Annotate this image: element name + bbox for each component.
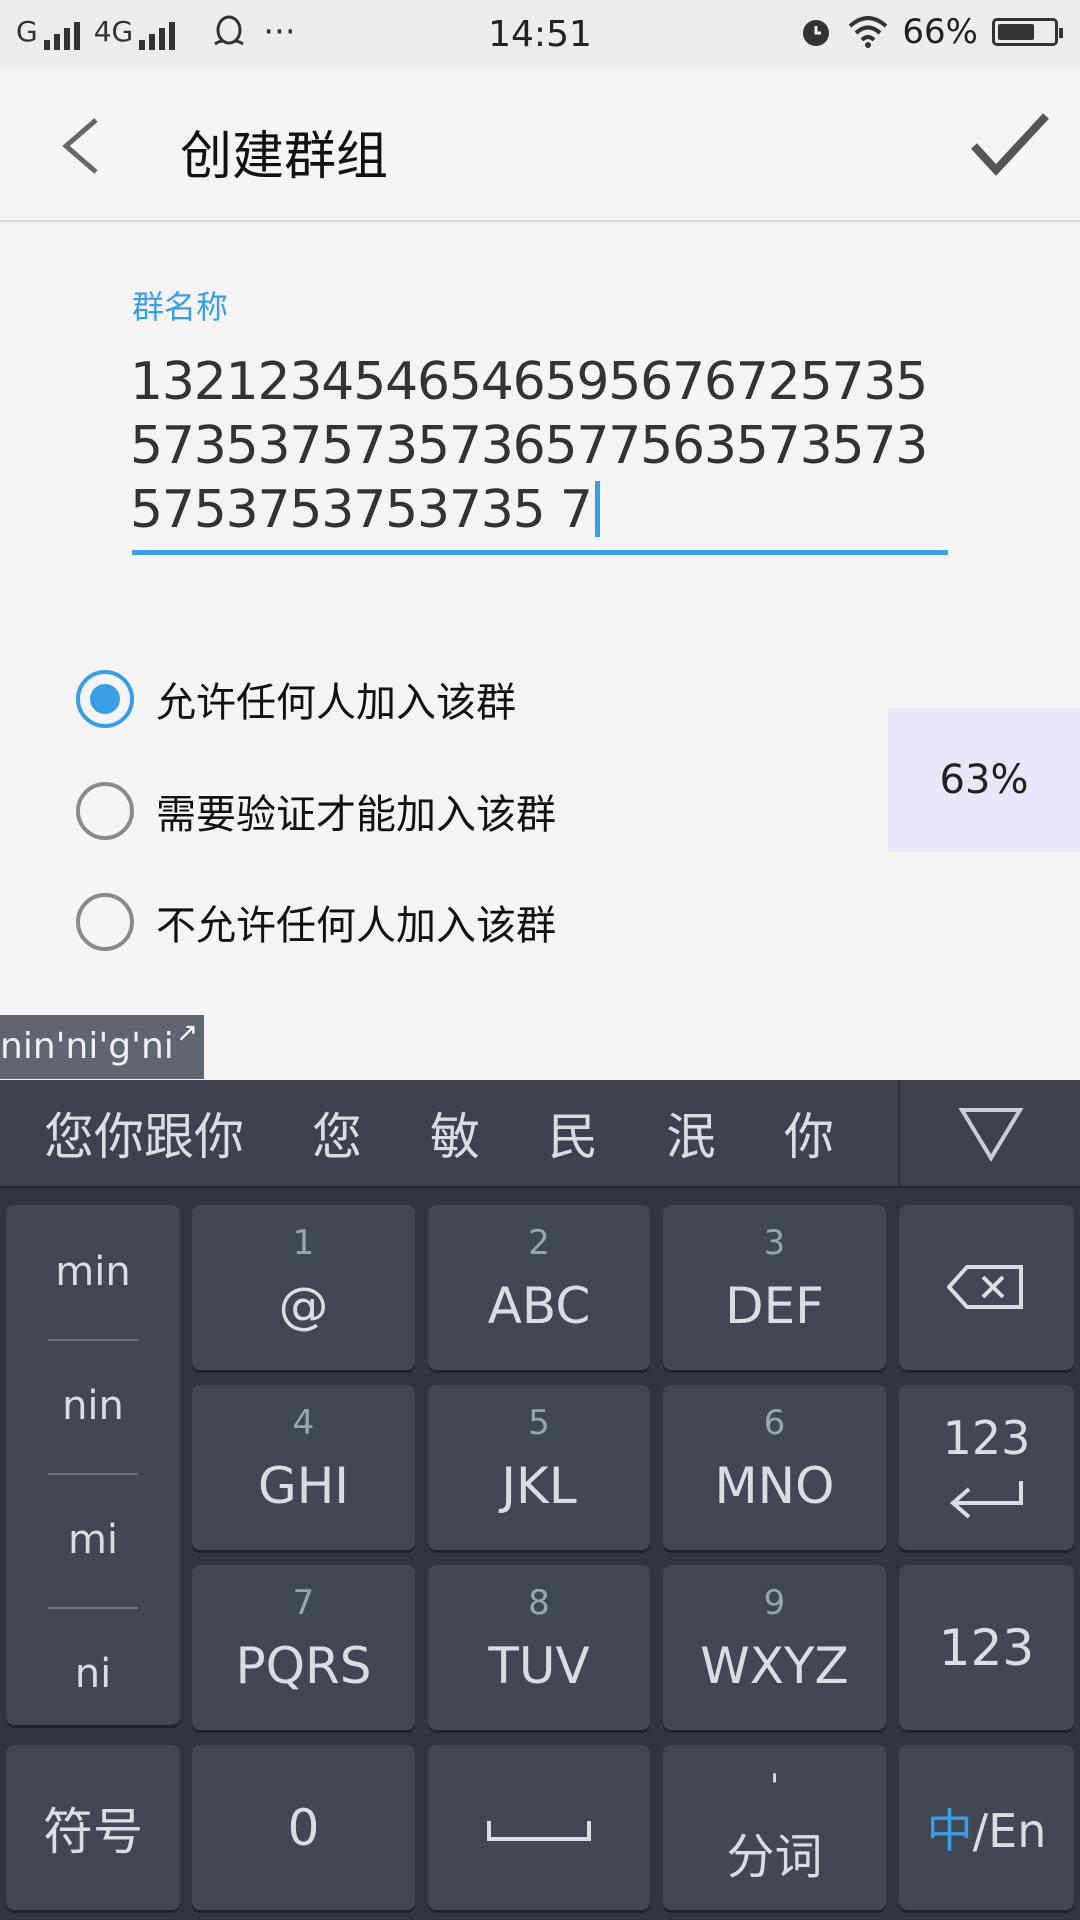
candidate-item[interactable]: 泯 — [632, 1097, 750, 1169]
numeric-mode-key[interactable]: 123 — [899, 1565, 1074, 1730]
candidate-divider — [898, 1080, 900, 1186]
wifi-icon — [849, 16, 888, 48]
key-3[interactable]: 3 DEF — [663, 1205, 886, 1370]
group-name-label: 群名称 — [132, 288, 229, 326]
space-icon — [487, 1821, 591, 1841]
candidate-list: 您你跟你 您 敏 民 泯 你 — [0, 1080, 898, 1186]
key-letters: PQRS — [235, 1637, 372, 1695]
key-5[interactable]: 5 JKL — [428, 1385, 650, 1550]
candidate-item[interactable]: 您 — [278, 1097, 396, 1169]
radio-label: 需要验证才能加入该群 — [156, 792, 556, 838]
backspace-key[interactable] — [899, 1205, 1074, 1370]
pinyin-option[interactable]: nin — [6, 1339, 180, 1473]
symbol-label: 符号 — [43, 1802, 143, 1861]
group-name-input[interactable]: 1321234546546595676725735573537573573657… — [130, 350, 950, 542]
backspace-icon — [947, 1265, 1023, 1309]
expand-arrow-icon[interactable]: ↗ — [176, 1015, 198, 1065]
candidate-item[interactable]: 敏 — [396, 1097, 514, 1169]
status-right: 66% — [798, 12, 1063, 52]
candidate-item[interactable]: 你 — [750, 1097, 868, 1169]
group-name-text: 1321234546546595676725735573537573573657… — [130, 352, 928, 540]
ime-keyboard: 您你跟你 您 敏 民 泯 你 min nin mi ni 1 @ 2 ABC 3… — [0, 1080, 1080, 1920]
app-header: 创建群组 — [0, 70, 1080, 222]
key-4[interactable]: 4 GHI — [192, 1385, 415, 1550]
candidate-item[interactable]: 您你跟你 — [0, 1097, 278, 1169]
radio-label: 不允许任何人加入该群 — [156, 903, 556, 949]
pinyin-option[interactable]: min — [6, 1205, 180, 1339]
candidate-bar: 您你跟你 您 敏 民 泯 你 — [0, 1080, 1080, 1188]
checkmark-icon[interactable] — [970, 110, 1050, 180]
collapse-down-icon[interactable] — [958, 1106, 1024, 1162]
key-0[interactable]: 0 — [192, 1745, 415, 1910]
enter-label: 123 — [942, 1411, 1031, 1465]
alarm-icon — [803, 20, 830, 46]
key-number: 2 — [528, 1223, 550, 1263]
split-label: 分词 — [726, 1829, 823, 1885]
split-key[interactable]: ' 分词 — [663, 1745, 886, 1910]
lang-en: /En — [972, 1803, 1047, 1858]
symbol-key[interactable]: 符号 — [6, 1745, 180, 1910]
key-number: 5 — [528, 1403, 550, 1443]
space-key[interactable] — [428, 1745, 650, 1910]
language-label: 中/En — [899, 1795, 1074, 1861]
status-bar: G 4G ··· 14:51 66% — [0, 0, 1080, 70]
zero-label: 0 — [287, 1798, 320, 1857]
key-6[interactable]: 6 MNO — [663, 1385, 886, 1550]
key-number: 4 — [292, 1403, 315, 1443]
key-letters: ABC — [487, 1277, 591, 1335]
input-underline — [132, 550, 948, 555]
percent-badge: 63% — [888, 708, 1080, 852]
key-number: 7 — [292, 1583, 315, 1623]
key-letters: DEF — [725, 1277, 824, 1335]
battery-icon — [992, 18, 1063, 46]
key-7[interactable]: 7 PQRS — [192, 1565, 415, 1730]
key-letters: WXYZ — [700, 1637, 849, 1695]
candidate-item[interactable]: 民 — [514, 1097, 632, 1169]
ime-composing-text: nin'ni'g'ni ↗ — [0, 1015, 204, 1079]
split-mark: ' — [769, 1767, 780, 1807]
key-number: 1 — [292, 1223, 315, 1263]
key-8[interactable]: 8 TUV — [428, 1565, 650, 1730]
radio-button[interactable] — [76, 893, 134, 951]
language-switch-key[interactable]: 中/En — [899, 1745, 1074, 1910]
key-letters: GHI — [257, 1457, 350, 1515]
radio-option-verify[interactable]: 需要验证才能加入该群 — [76, 782, 556, 840]
key-number: 9 — [763, 1583, 786, 1623]
pinyin-option[interactable]: mi — [6, 1473, 180, 1607]
enter-icon — [949, 1481, 1023, 1519]
key-9[interactable]: 9 WXYZ — [663, 1565, 886, 1730]
radio-button[interactable] — [76, 782, 134, 840]
radio-label: 允许任何人加入该群 — [156, 680, 516, 726]
key-letters: TUV — [488, 1637, 590, 1695]
pinyin-options: min nin mi ni — [6, 1205, 180, 1725]
lang-zh: 中 — [926, 1803, 973, 1858]
key-1[interactable]: 1 @ — [192, 1205, 415, 1370]
key-number: 8 — [528, 1583, 550, 1623]
key-letters: JKL — [501, 1457, 577, 1515]
key-letters: MNO — [714, 1457, 835, 1515]
battery-percent: 66% — [902, 12, 978, 52]
chevron-left-icon[interactable] — [56, 116, 106, 176]
text-caret — [594, 481, 600, 537]
key-number: 3 — [763, 1223, 786, 1263]
radio-option-anyone[interactable]: 允许任何人加入该群 — [76, 670, 516, 728]
composing-pinyin: nin'ni'g'ni — [0, 1026, 174, 1067]
key-letters: @ — [278, 1277, 329, 1335]
enter-key[interactable]: 123 — [899, 1385, 1074, 1550]
key-number: 6 — [763, 1403, 786, 1443]
page-title: 创建群组 — [180, 127, 389, 187]
pinyin-option[interactable]: ni — [6, 1607, 180, 1741]
numeric-mode-label: 123 — [938, 1618, 1035, 1677]
radio-button-checked[interactable] — [76, 670, 134, 728]
radio-option-none[interactable]: 不允许任何人加入该群 — [76, 893, 556, 951]
key-2[interactable]: 2 ABC — [428, 1205, 650, 1370]
